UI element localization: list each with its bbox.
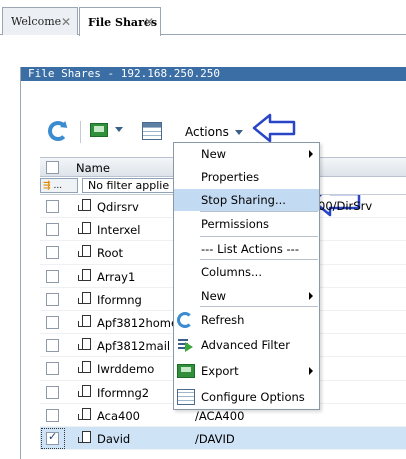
menu-item-label: --- List Actions --- — [201, 242, 299, 256]
partial-path-text: 00/DirSrv — [318, 199, 373, 213]
share-name: Qdirsrv — [97, 200, 139, 214]
row-checkbox[interactable] — [46, 385, 59, 399]
share-path: /DAVID — [195, 431, 235, 446]
shared-folder-icon — [78, 222, 94, 236]
advanced-filter-icon — [177, 336, 195, 354]
toolbar-separator — [80, 121, 81, 143]
panel-title: File Shares - 192.168.250.250 — [21, 67, 406, 81]
row-checkbox[interactable] — [46, 362, 59, 376]
filter-icon: ⇶ — [43, 180, 51, 191]
shared-folder-icon — [78, 268, 94, 283]
close-icon[interactable]: ✕ — [144, 15, 154, 29]
share-name: Iwrddemo — [97, 362, 155, 377]
share-name: Array1 — [97, 269, 136, 284]
shared-folder-icon — [78, 199, 94, 213]
shared-folder-icon — [78, 314, 94, 329]
menu-item-label: Stop Sharing... — [201, 193, 286, 207]
row-checkbox[interactable] — [46, 269, 59, 283]
chevron-down-icon[interactable] — [115, 127, 123, 132]
menu-item-list-actions: --- List Actions --- — [174, 238, 319, 260]
menu-item-export[interactable]: Export — [174, 360, 319, 382]
refresh-icon[interactable] — [48, 121, 68, 141]
tab-welcome[interactable]: Welcome ✕ — [2, 7, 78, 35]
column-header-name[interactable]: Name — [76, 161, 110, 175]
row-checkbox[interactable] — [46, 223, 59, 237]
row-checkbox[interactable] — [46, 315, 59, 329]
actions-menu: New Properties Stop Sharing... Permissions -… — [173, 142, 320, 410]
menu-item-advanced-filter[interactable]: Advanced Filter — [174, 334, 319, 356]
menu-separator — [200, 211, 318, 212]
actions-button[interactable]: Actions — [185, 125, 229, 139]
configure-options-icon — [177, 389, 195, 405]
share-name: David — [97, 431, 131, 446]
shared-folder-icon — [78, 407, 94, 422]
shared-folder-icon — [78, 384, 94, 399]
share-name: Apf3812mail — [97, 339, 171, 354]
filter-button-label: ... — [53, 180, 63, 191]
share-name: Iformng2 — [97, 385, 150, 400]
menu-item-label: Configure Options — [201, 390, 305, 404]
shared-folder-icon — [78, 338, 94, 352]
menu-item-label: Properties — [201, 170, 260, 184]
menu-item-stop-sharing[interactable]: Stop Sharing... — [174, 189, 319, 211]
share-name: Iformng — [97, 292, 142, 307]
export-icon[interactable] — [90, 123, 108, 137]
shared-folder-icon — [78, 430, 94, 445]
row-checkbox[interactable] — [46, 408, 59, 422]
refresh-icon — [177, 312, 193, 328]
filter-button[interactable]: ⇶ ... — [40, 178, 78, 193]
chevron-down-icon[interactable] — [235, 130, 243, 135]
tab-file-shares[interactable]: File Shares ✕ — [79, 7, 161, 36]
share-path: /ACA400 — [195, 408, 245, 423]
chevron-right-icon — [309, 150, 313, 158]
configure-options-icon[interactable] — [142, 122, 162, 140]
shared-folder-icon — [78, 245, 94, 259]
export-icon — [177, 364, 195, 378]
row-checkbox[interactable] — [46, 339, 59, 353]
menu-item-label: Export — [201, 364, 239, 378]
chevron-right-icon — [309, 292, 313, 300]
row-checkbox[interactable] — [46, 430, 59, 445]
tab-welcome-label: Welcome — [11, 15, 62, 28]
menu-item-label: New — [201, 147, 227, 161]
menu-item-label: Columns... — [201, 265, 262, 279]
table-row[interactable]: David/DAVID — [40, 426, 406, 451]
menu-item-refresh[interactable]: Refresh — [174, 309, 319, 331]
row-checkbox[interactable] — [46, 292, 59, 306]
menu-item-permissions[interactable]: Permissions — [174, 213, 319, 235]
chevron-right-icon — [309, 367, 313, 375]
row-checkbox[interactable] — [46, 246, 59, 260]
menu-item-new[interactable]: New — [174, 285, 319, 307]
menu-item-label: Advanced Filter — [201, 338, 290, 352]
select-all-checkbox[interactable] — [46, 161, 59, 174]
tab-strip: Welcome ✕ File Shares ✕ — [0, 0, 406, 36]
menu-separator — [200, 306, 318, 307]
share-name: Apf3812home — [97, 315, 179, 330]
menu-item-label: Permissions — [201, 217, 270, 231]
share-name: Root — [97, 246, 124, 261]
menu-item-properties[interactable]: Properties — [174, 166, 319, 188]
menu-item-label: Refresh — [201, 313, 245, 327]
close-icon[interactable]: ✕ — [61, 15, 71, 29]
menu-item-label: New — [201, 289, 227, 303]
shared-folder-icon — [78, 361, 94, 375]
annotation-arrow-icon — [252, 113, 296, 143]
menu-item-configure-options[interactable]: Configure Options — [174, 386, 319, 408]
row-checkbox[interactable] — [46, 200, 59, 213]
share-name: Aca400 — [97, 408, 140, 423]
menu-item-columns[interactable]: Columns... — [174, 261, 319, 283]
shared-folder-icon — [78, 291, 94, 306]
menu-item-new[interactable]: New — [174, 143, 319, 165]
menu-separator — [200, 236, 318, 237]
share-name: Interxel — [97, 223, 141, 238]
menu-separator — [200, 259, 318, 260]
